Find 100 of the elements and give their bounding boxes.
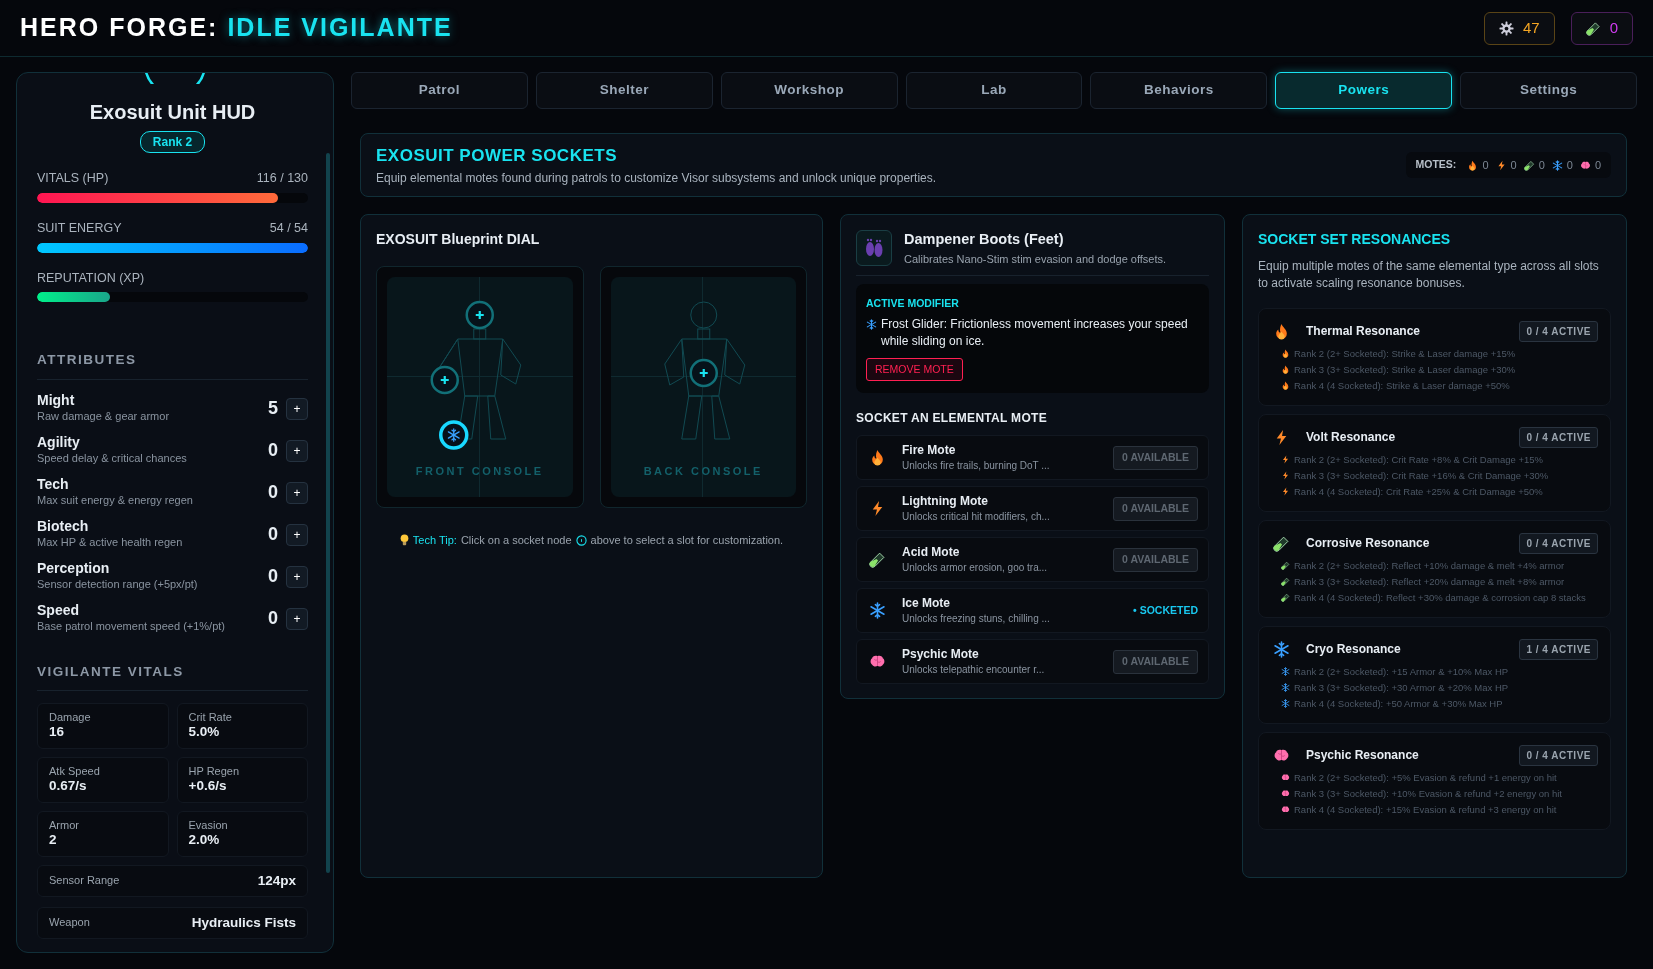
test-tube-icon xyxy=(1281,561,1290,571)
modifier-heading: ACTIVE MODIFIER xyxy=(866,296,960,312)
attribute-value: 0 xyxy=(268,607,278,630)
stat-label: Atk Speed xyxy=(49,764,101,778)
slot-description: Calibrates Nano-Stim stim evasion and dodge offsets. xyxy=(904,251,1167,267)
attribute-name: Speed xyxy=(37,602,80,618)
bar-reading: 116 / 130 xyxy=(256,170,308,187)
stat-label: Evasion xyxy=(188,818,229,832)
attribute-description: Raw damage & gear armor xyxy=(37,408,170,424)
mote-description: Unlocks telepathic encounter r... xyxy=(902,662,1046,677)
attribute-name: Tech xyxy=(37,476,70,492)
gear-icon xyxy=(1498,20,1514,36)
snowflake-icon xyxy=(866,319,877,330)
attribute-value: 5 xyxy=(268,397,278,420)
attribute-name: Biotech xyxy=(37,518,90,534)
snowflake-icon xyxy=(869,602,886,620)
rank-bonus-text: Rank 3 (3+ Socketed): Strike & Laser damage +30% xyxy=(1294,362,1516,377)
rank-bonus-text: Rank 3 (3+ Socketed): Reflect +20% damage & melt +8% armor xyxy=(1294,574,1565,589)
tab[interactable]: Behaviors xyxy=(1090,72,1268,109)
stat-value: 2.0% xyxy=(188,831,221,849)
active-count-badge: 0 / 4 ACTIVE xyxy=(1519,532,1598,554)
mote-count: 0 xyxy=(1594,157,1601,173)
mote-row[interactable]: Ice Mote Unlocks freezing stuns, chilling ... • SOCKETED xyxy=(856,588,1209,634)
test-tube-icon xyxy=(869,551,886,569)
stat-label: Crit Rate xyxy=(188,710,233,724)
increase-button[interactable]: + xyxy=(286,523,308,546)
tip-text: above to select a slot for customization. xyxy=(590,533,784,548)
rank-bonus-text: Rank 2 (2+ Socketed): +5% Evasion & refund +1 energy on hit xyxy=(1294,770,1557,785)
socket-node[interactable] xyxy=(465,300,494,330)
brain-icon xyxy=(1579,159,1591,171)
section-description: Equip elemental motes found during patrols to customize Visor subsystems and unlock unique properties. xyxy=(376,169,937,187)
socket-node[interactable] xyxy=(430,365,459,395)
scrollbar[interactable] xyxy=(326,153,330,873)
bar-reading: 54 / 54 xyxy=(269,219,308,237)
stat-value: 0.67/s xyxy=(49,777,88,795)
detail-label: Weapon xyxy=(49,916,90,930)
tab[interactable]: Shelter xyxy=(535,72,713,109)
rank-bonus-text: Rank 3 (3+ Socketed): +30 Armor & +20% Max HP xyxy=(1294,680,1509,695)
remove-button[interactable]: REMOVE MOTE xyxy=(866,357,963,382)
tab[interactable]: Lab xyxy=(905,72,1083,109)
mote-row[interactable]: Acid Mote Unlocks armor erosion, goo tra... 0 AVAILABLE xyxy=(856,537,1209,583)
mote-count: 0 xyxy=(1566,157,1573,173)
tip-text: Click on a socket node xyxy=(460,533,572,548)
active-count-badge: 0 / 4 ACTIVE xyxy=(1519,320,1598,342)
test-tube-icon xyxy=(1281,593,1290,603)
attribute-description: Base patrol movement speed (+1%/pt) xyxy=(37,618,225,634)
mote-description: Unlocks fire trails, burning DoT ... xyxy=(902,458,1051,473)
socket-node[interactable] xyxy=(689,358,718,388)
increase-button[interactable]: + xyxy=(286,607,308,630)
resonance-name: Psychic Resonance xyxy=(1306,747,1419,765)
mote-row[interactable]: Psychic Mote Unlocks telepathic encounter r... 0 AVAILABLE xyxy=(856,639,1209,685)
app-title: IDLE VIGILANTE xyxy=(227,12,453,44)
tab[interactable]: Settings xyxy=(1460,72,1637,109)
increase-button[interactable]: + xyxy=(286,481,308,504)
rank-bonus-text: Rank 2 (2+ Socketed): Crit Rate +8% & Crit Damage +15% xyxy=(1294,452,1543,467)
modifier-text: Frost Glider: Frictionless movement increases your speed while sliding on ice. xyxy=(881,316,1189,350)
increase-button[interactable]: + xyxy=(286,439,308,462)
section-title: EXOSUIT POWER SOCKETS xyxy=(376,145,618,168)
tab[interactable]: Patrol xyxy=(351,72,528,109)
mote-name: Ice Mote xyxy=(902,596,951,611)
brain-icon xyxy=(1281,805,1290,815)
attribute-value: 0 xyxy=(268,481,278,504)
socket-node-icon xyxy=(575,534,587,546)
mote-name: Acid Mote xyxy=(902,545,961,560)
attribute-description: Speed delay & critical chances xyxy=(37,450,187,466)
increase-button[interactable]: + xyxy=(286,565,308,588)
attribute-value: 0 xyxy=(268,523,278,546)
tab[interactable]: Workshop xyxy=(720,72,898,109)
section-heading: ATTRIBUTES xyxy=(37,350,308,380)
brain-icon xyxy=(1281,789,1290,799)
stat-value: 2 xyxy=(49,831,58,849)
currency-amount: 0 xyxy=(1609,17,1618,38)
detail-label: Sensor Range xyxy=(49,874,120,888)
resonance-name: Thermal Resonance xyxy=(1306,323,1421,341)
mote-name: Psychic Mote xyxy=(902,647,980,662)
hud-title: Exosuit Unit HUD xyxy=(88,100,257,125)
mote-row[interactable]: Lightning Mote Unlocks critical hit modifiers, ch... 0 AVAILABLE xyxy=(856,486,1209,532)
mote-count: 0 xyxy=(1510,157,1517,173)
increase-button[interactable]: + xyxy=(286,397,308,420)
mote-row[interactable]: Fire Mote Unlocks fire trails, burning DoT ... 0 AVAILABLE xyxy=(856,435,1209,481)
list-heading: SOCKET AN ELEMENTAL MOTE xyxy=(856,410,1048,428)
resonance-name: Cryo Resonance xyxy=(1306,641,1401,659)
mote-description: Unlocks freezing stuns, chilling ... xyxy=(902,611,1051,626)
test-tube-icon xyxy=(1281,577,1290,587)
brain-icon xyxy=(1281,773,1290,783)
tab[interactable]: Powers xyxy=(1275,72,1453,109)
fire-icon xyxy=(1273,322,1290,340)
rank-bonus-text: Rank 3 (3+ Socketed): Crit Rate +16% & Crit Damage +30% xyxy=(1294,468,1549,483)
rank-bonus-text: Rank 4 (4 Socketed): Strike & Laser damage +50% xyxy=(1294,378,1510,393)
console-label: FRONT CONSOLE xyxy=(414,464,545,479)
resonance-name: Volt Resonance xyxy=(1306,429,1396,447)
socket-node[interactable] xyxy=(439,420,469,450)
attribute-name: Agility xyxy=(37,434,81,450)
currency-amount: 47 xyxy=(1522,17,1540,38)
rank-bonus-text: Rank 2 (2+ Socketed): Reflect +10% damage & melt +4% armor xyxy=(1294,558,1565,573)
tip-label: Tech Tip: xyxy=(412,533,457,548)
active-count-badge: 0 / 4 ACTIVE xyxy=(1519,426,1598,448)
card-description: Equip multiple motes of the same elemental type across all slots to activate scaling resonance bonuses. xyxy=(1258,258,1600,292)
snowflake-icon xyxy=(1281,699,1290,709)
attribute-value: 0 xyxy=(268,439,278,462)
